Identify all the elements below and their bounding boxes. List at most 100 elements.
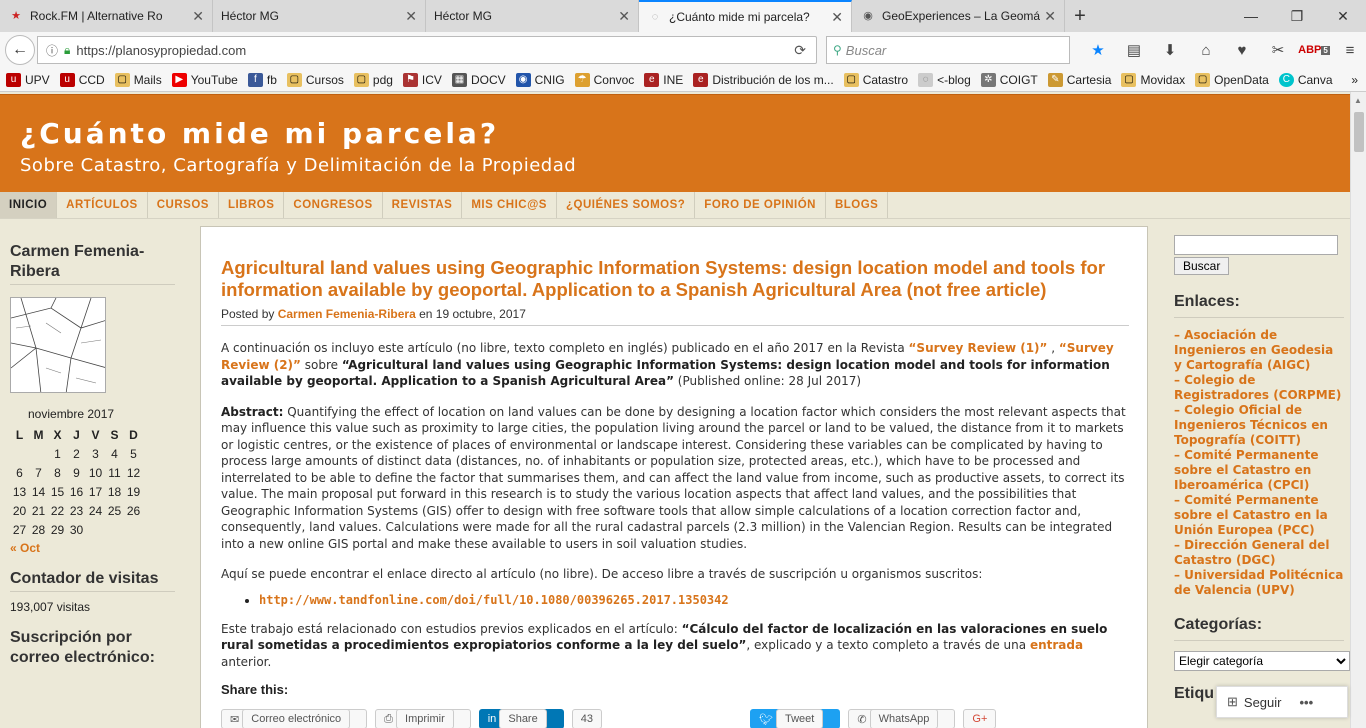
- categories-select[interactable]: Elegir categoría: [1174, 651, 1350, 671]
- calendar-day: 21: [31, 503, 46, 518]
- close-tab-icon[interactable]: ✕: [1044, 8, 1056, 25]
- calendar-day-header: M: [33, 427, 44, 442]
- share-gplus-button[interactable]: G+: [963, 709, 997, 728]
- follow-button-label[interactable]: Seguir: [1244, 695, 1282, 710]
- back-button[interactable]: ←: [5, 35, 35, 65]
- cadastral-map-image[interactable]: [10, 297, 106, 393]
- bookmark-canva[interactable]: C Canva: [1278, 72, 1333, 87]
- bookmark-fb[interactable]: f fb: [247, 72, 277, 87]
- sidebar-search-input[interactable]: [1174, 235, 1338, 255]
- menu-mis-chicas[interactable]: MIS CHIC@S: [462, 192, 557, 218]
- calendar-day: 4: [111, 446, 118, 461]
- menu-quienes-somos[interactable]: ¿QUIÉNES SOMOS?: [557, 192, 696, 218]
- calendar-prev-link[interactable]: « Oct: [10, 541, 175, 555]
- author-link[interactable]: Carmen Femenia-Ribera: [278, 307, 416, 321]
- close-tab-icon[interactable]: ✕: [618, 8, 630, 25]
- bookmark-docv[interactable]: ▦ DOCV: [451, 72, 506, 87]
- maximize-icon[interactable]: ❐: [1274, 0, 1320, 32]
- sidebar-search-button[interactable]: Buscar: [1174, 257, 1230, 275]
- survey-review-link-1[interactable]: “Survey Review (1)”: [909, 341, 1048, 355]
- bookmark-movidax[interactable]: ▢ Movidax: [1121, 72, 1185, 87]
- page-scrollbar[interactable]: ▲: [1350, 92, 1366, 728]
- url-bar[interactable]: ⓘ 🔒︎ https://planosypropiedad.com ⟳: [37, 36, 817, 64]
- site-icon: ◌: [651, 11, 659, 23]
- home-icon[interactable]: ⌂: [1188, 36, 1224, 64]
- bookmark-upv[interactable]: u UPV: [6, 72, 50, 87]
- bookmark-distribucion[interactable]: e Distribución de los m...: [693, 72, 834, 87]
- link-dgc[interactable]: – Dirección General del Catastro (DGC): [1174, 538, 1344, 568]
- calendar-day: 25: [107, 503, 122, 518]
- bookmark-convoc[interactable]: ☂ Convoc: [574, 72, 634, 87]
- tab-hector-1[interactable]: Héctor MG ✕: [213, 0, 426, 32]
- bookmark-cartesia[interactable]: ✎ Cartesia: [1047, 72, 1111, 87]
- reading-list-icon[interactable]: ▤: [1116, 36, 1152, 64]
- reload-icon[interactable]: ⟳: [794, 42, 806, 59]
- link-coitt[interactable]: – Colegio Oficial de Ingenieros Técnicos…: [1174, 403, 1344, 448]
- calendar-day: [29, 444, 48, 463]
- url-text[interactable]: https://planosypropiedad.com: [76, 43, 246, 58]
- adblock-icon[interactable]: ABP 5: [1296, 36, 1332, 64]
- share-twitter-button[interactable]: 🐦︎ Tweet: [749, 709, 841, 728]
- more-options-icon[interactable]: •••: [1299, 695, 1313, 710]
- minimize-icon[interactable]: —: [1228, 0, 1274, 32]
- close-tab-icon[interactable]: ✕: [831, 9, 843, 26]
- menu-congresos[interactable]: CONGRESOS: [284, 192, 383, 218]
- pocket-icon[interactable]: ♥: [1224, 36, 1260, 64]
- scroll-thumb[interactable]: [1354, 112, 1364, 152]
- follow-widget[interactable]: ⊞ Seguir •••: [1216, 686, 1348, 718]
- info-icon[interactable]: ⓘ: [46, 42, 58, 59]
- tab-rockfm[interactable]: ★ Rock.FM | Alternative Ro ✕: [0, 0, 213, 32]
- link-aigc[interactable]: – Asociación de Ingenieros en Geodesia y…: [1174, 328, 1344, 373]
- link-upv[interactable]: – Universidad Politécnica de Valencia (U…: [1174, 568, 1344, 598]
- link-pcc[interactable]: – Comité Permanente sobre el Catastro en…: [1174, 493, 1344, 538]
- new-tab-button[interactable]: +: [1065, 0, 1095, 32]
- bookmark-mails[interactable]: ▢ Mails: [114, 72, 162, 87]
- calendar-day: 17: [88, 484, 103, 499]
- menu-blogs[interactable]: BLOGS: [826, 192, 889, 218]
- close-icon[interactable]: ✕: [1320, 0, 1366, 32]
- menu-libros[interactable]: LIBROS: [219, 192, 285, 218]
- link-corpme[interactable]: – Colegio de Registradores (CORPME): [1174, 373, 1344, 403]
- bookmark-cursos[interactable]: ▢ Cursos: [286, 72, 344, 87]
- menu-icon[interactable]: ≡: [1332, 36, 1366, 64]
- menu-foro[interactable]: FORO DE OPINIÓN: [695, 192, 826, 218]
- menu-articulos[interactable]: ARTÍCULOS: [57, 192, 148, 218]
- download-icon[interactable]: ⬇: [1152, 36, 1188, 64]
- link-cpci[interactable]: – Comité Permanente sobre el Catastro en…: [1174, 448, 1344, 493]
- share-email-button[interactable]: ✉ Correo electrónico: [221, 709, 368, 728]
- tab-hector-2[interactable]: Héctor MG ✕: [426, 0, 639, 32]
- menu-revistas[interactable]: REVISTAS: [383, 192, 463, 218]
- bookmark-cnig[interactable]: ◉ CNIG: [515, 72, 565, 87]
- tab-parcela[interactable]: ◌ ¿Cuánto mide mi parcela? ✕: [639, 0, 852, 32]
- share-print-button[interactable]: ⎙ Imprimir: [375, 709, 471, 728]
- links-heading: Enlaces:: [1174, 293, 1344, 318]
- calendar: noviembre 2017 LMXJVSD 1 2 3 4 5 6 7 8 9 10 11 12 13…: [10, 407, 175, 555]
- calendar-week: 20 21 22 23 24 25 26: [10, 501, 143, 520]
- menu-inicio[interactable]: INICIO: [0, 192, 58, 218]
- screenshot-icon[interactable]: ✂: [1260, 36, 1296, 64]
- bookmark-coigt[interactable]: ✲ COIGT: [980, 72, 1038, 87]
- tab-geoexperiences[interactable]: ◉ GeoExperiences – La Geomá ✕: [852, 0, 1065, 32]
- access-paragraph: Aquí se puede encontrar el enlace direct…: [221, 567, 983, 581]
- bookmark-star-icon[interactable]: ★: [1080, 36, 1116, 64]
- bookmark-catastro[interactable]: ▢ Catastro: [843, 72, 908, 87]
- bookmark-ccd[interactable]: u CCD: [59, 72, 105, 87]
- share-linkedin-button[interactable]: in Share: [478, 709, 564, 728]
- bookmark-icv[interactable]: ⚑ ICV: [402, 72, 442, 87]
- share-whatsapp-button[interactable]: ✆ WhatsApp: [848, 709, 956, 728]
- entrada-link[interactable]: entrada: [1030, 638, 1083, 652]
- close-tab-icon[interactable]: ✕: [405, 8, 417, 25]
- site-title[interactable]: ¿Cuánto mide mi parcela?: [20, 117, 499, 150]
- menu-cursos[interactable]: CURSOS: [148, 192, 219, 218]
- post-title[interactable]: Agricultural land values using Geographi…: [221, 257, 1129, 301]
- search-input[interactable]: ⚲ Buscar: [826, 36, 1070, 64]
- close-tab-icon[interactable]: ✕: [192, 8, 204, 25]
- bookmark-opendata[interactable]: ▢ OpenData: [1195, 72, 1269, 87]
- bookmarks-overflow-icon[interactable]: »: [1351, 73, 1358, 87]
- bookmark-pdg[interactable]: ▢ pdg: [353, 72, 393, 87]
- bookmark-blog[interactable]: ◌ <-blog: [918, 72, 971, 87]
- bookmark-youtube[interactable]: ▶ YouTube: [171, 72, 238, 87]
- doi-link[interactable]: http://www.tandfonline.com/doi/full/10.1…: [259, 593, 729, 607]
- bookmark-ine[interactable]: e INE: [644, 72, 683, 87]
- scroll-up-icon[interactable]: ▲: [1354, 96, 1362, 105]
